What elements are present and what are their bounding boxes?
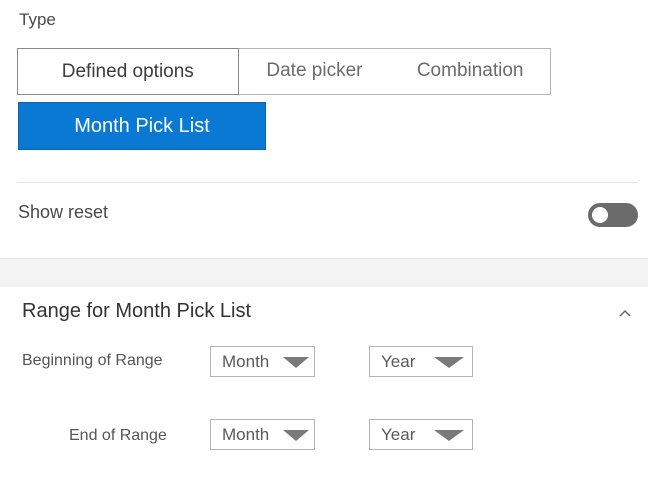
tab-combination[interactable]: Combination bbox=[390, 49, 550, 94]
range-section-title: Range for Month Pick List bbox=[22, 300, 251, 322]
end-month-value: Month bbox=[222, 425, 270, 444]
caret-down-icon bbox=[434, 357, 464, 368]
month-pick-list-button[interactable]: Month Pick List bbox=[18, 102, 266, 150]
tab-date-picker[interactable]: Date picker bbox=[239, 49, 391, 94]
end-month-dropdown[interactable]: Month bbox=[210, 419, 315, 450]
beginning-of-range-label: Beginning of Range bbox=[22, 352, 163, 369]
show-reset-toggle[interactable] bbox=[588, 203, 638, 227]
type-segmented-control: Defined options Date picker Combination bbox=[17, 48, 551, 95]
chevron-up-icon[interactable] bbox=[616, 304, 634, 322]
end-year-value: Year bbox=[381, 425, 416, 444]
caret-down-icon bbox=[434, 430, 464, 441]
caret-down-icon bbox=[283, 430, 309, 441]
beginning-year-dropdown[interactable]: Year bbox=[369, 346, 473, 377]
end-of-range-label: End of Range bbox=[69, 427, 167, 444]
section-separator-band bbox=[0, 258, 648, 287]
beginning-month-value: Month bbox=[222, 352, 270, 371]
toggle-knob bbox=[592, 207, 608, 223]
beginning-month-dropdown[interactable]: Month bbox=[210, 346, 315, 377]
show-reset-label: Show reset bbox=[18, 202, 109, 222]
end-year-dropdown[interactable]: Year bbox=[369, 419, 473, 450]
type-label: Type bbox=[19, 10, 56, 29]
beginning-year-value: Year bbox=[381, 352, 416, 371]
caret-down-icon bbox=[283, 357, 309, 368]
section-divider bbox=[17, 182, 638, 183]
tab-defined-options[interactable]: Defined options bbox=[17, 48, 239, 95]
